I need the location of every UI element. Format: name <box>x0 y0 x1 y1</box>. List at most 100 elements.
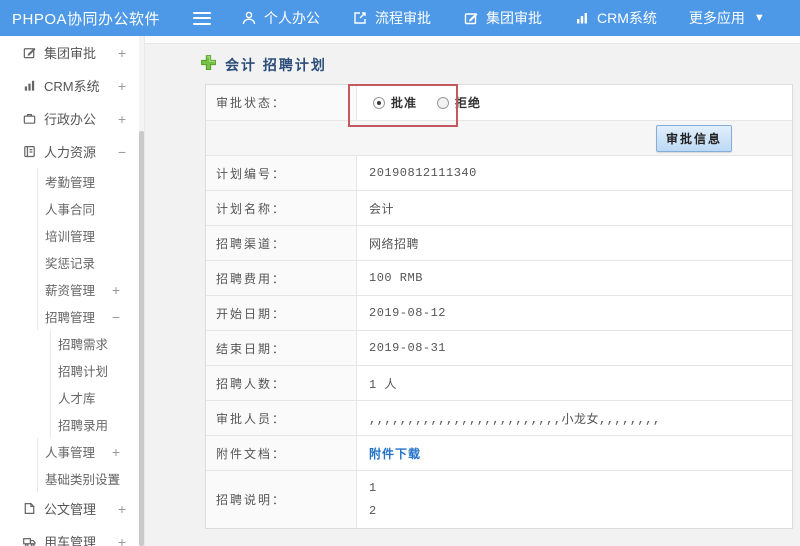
approval-info-button[interactable]: 审批信息 <box>655 124 732 152</box>
edit-icon <box>22 45 37 60</box>
recruitment-plan-detail-table: 审批状态： 批准 拒绝 审批信息 计划编号： 20190812111340 计划… <box>205 84 793 529</box>
nav-item-label: 个人办公 <box>264 10 320 26</box>
table-row-approvers: 审批人员： ,,,,,,,,,,,,,,,,,,,,,,,,,小龙女,,,,,,… <box>206 401 792 436</box>
sidebar-item-label: 培训管理 <box>45 230 96 244</box>
expand-plus-icon[interactable]: + <box>118 111 126 127</box>
sidebar-item-label: 招聘管理 <box>45 311 96 325</box>
row-label: 审批人员： <box>206 401 357 435</box>
expand-plus-icon[interactable]: + <box>118 45 126 61</box>
attachment-download-link[interactable]: 附件下载 <box>369 445 421 462</box>
sidebar-item-talent-pool[interactable]: 人才库 <box>50 384 144 411</box>
user-icon <box>241 10 257 26</box>
sidebar-item-group-approval[interactable]: 集团审批 + <box>0 36 144 69</box>
sidebar-item-rewards-records[interactable]: 奖惩记录 <box>37 249 144 276</box>
sidebar-item-training-management[interactable]: 培训管理 <box>37 222 144 249</box>
expand-plus-icon[interactable]: + <box>112 444 120 460</box>
app-title: PHPOA协同办公软件 <box>12 10 161 28</box>
sidebar-item-label: 招聘计划 <box>58 365 109 379</box>
hamburger-menu-icon[interactable] <box>193 11 211 25</box>
chart-icon <box>22 78 37 93</box>
table-row-headcount: 招聘人数： 1 人 <box>206 366 792 401</box>
sidebar-item-admin-office[interactable]: 行政办公 + <box>0 102 144 135</box>
page-title-text: 会计 招聘计划 <box>225 57 327 73</box>
sidebar-item-label: 人才库 <box>58 392 96 406</box>
row-value: 20190812111340 <box>369 166 477 180</box>
plus-icon <box>200 54 217 76</box>
sidebar-item-label: 奖惩记录 <box>45 257 96 271</box>
expand-plus-icon[interactable]: + <box>118 78 126 94</box>
table-row-start-date: 开始日期： 2019-08-12 <box>206 296 792 331</box>
table-row-plan-number: 计划编号： 20190812111340 <box>206 156 792 191</box>
sidebar-item-base-category-settings[interactable]: 基础类别设置 + <box>37 465 144 492</box>
expand-plus-icon[interactable]: + <box>118 534 126 546</box>
nav-item-group-approval[interactable]: 集团审批 <box>463 8 542 28</box>
expand-plus-icon[interactable]: + <box>112 282 120 298</box>
collapse-minus-icon[interactable]: − <box>118 144 126 160</box>
page-title: 会计 招聘计划 <box>200 54 327 76</box>
sidebar-item-label: 基础类别设置 <box>45 473 121 487</box>
sidebar-item-salary-management[interactable]: 薪资管理 + <box>37 276 144 303</box>
sidebar-scrollbar-thumb[interactable] <box>139 131 144 546</box>
sidebar-item-personnel-management[interactable]: 人事管理 + <box>37 438 144 465</box>
annotation-box <box>348 84 458 127</box>
sidebar-item-label: 用车管理 <box>44 535 97 546</box>
nav-item-personal-office[interactable]: 个人办公 <box>241 8 320 28</box>
row-value: 2019-08-12 <box>369 306 447 320</box>
sidebar-item-label: 行政办公 <box>44 112 97 127</box>
nav-item-label: 流程审批 <box>375 10 431 26</box>
row-label: 招聘说明： <box>206 471 357 528</box>
top-navbar: PHPOA协同办公软件 个人办公 流程审批 集团审批 CRM系统 更多应用 ▼ <box>0 0 800 36</box>
process-icon <box>352 10 368 26</box>
sidebar-item-attendance-management[interactable]: 考勤管理 <box>37 168 144 195</box>
expand-plus-icon[interactable]: + <box>118 501 126 517</box>
nav-item-more-apps[interactable]: 更多应用 ▼ <box>689 8 765 28</box>
row-label: 附件文档： <box>206 436 357 470</box>
sidebar: 集团审批 + CRM系统 + 行政办公 + 人力资源 − 考勤管理 人事合同 培… <box>0 36 145 546</box>
expand-plus-icon[interactable]: + <box>112 471 120 487</box>
nav-item-label: 更多应用 <box>688 10 745 26</box>
sidebar-item-label: CRM系统 <box>44 79 100 94</box>
sidebar-item-document-management[interactable]: 公文管理 + <box>0 492 144 525</box>
row-value: 1 人 <box>369 377 397 392</box>
sidebar-scrollbar[interactable] <box>139 36 144 546</box>
sidebar-item-recruitment-hiring[interactable]: 招聘录用 <box>50 411 144 438</box>
row-value: ,,,,,,,,,,,,,,,,,,,,,,,,,小龙女,,,,,,,, <box>369 412 661 427</box>
sidebar-item-human-resources[interactable]: 人力资源 − <box>0 135 144 168</box>
table-row-approval-status: 审批状态： 批准 拒绝 <box>206 85 792 121</box>
collapse-minus-icon[interactable]: − <box>112 309 120 325</box>
sidebar-item-recruitment-management[interactable]: 招聘管理 − <box>37 303 144 330</box>
table-row-recruitment-cost: 招聘费用： 100 RMB <box>206 261 792 296</box>
sidebar-item-vehicle-management[interactable]: 用车管理 + <box>0 525 144 546</box>
nav-item-process-approval[interactable]: 流程审批 <box>352 8 431 28</box>
edit-icon <box>463 10 479 26</box>
row-label: 计划编号： <box>206 156 357 190</box>
sidebar-item-recruitment-plan[interactable]: 招聘计划 <box>50 357 144 384</box>
table-row-end-date: 结束日期： 2019-08-31 <box>206 331 792 366</box>
table-row-recruitment-notes: 招聘说明： 1 2 <box>206 471 792 528</box>
sidebar-item-crm-system[interactable]: CRM系统 + <box>0 69 144 102</box>
row-value: 会计 <box>369 202 395 217</box>
sidebar-item-label: 公文管理 <box>44 502 97 517</box>
main-content: 会计 招聘计划 审批状态： 批准 拒绝 审批信息 计划编号： 201908121… <box>145 36 800 546</box>
sidebar-item-label: 人事合同 <box>45 203 96 217</box>
sidebar-item-label: 集团审批 <box>44 46 97 61</box>
row-value-line: 2 <box>369 504 377 518</box>
nav-item-crm-system[interactable]: CRM系统 <box>574 8 657 28</box>
caret-down-icon: ▼ <box>753 12 765 24</box>
row-label: 招聘渠道： <box>206 226 357 260</box>
sidebar-item-label: 招聘需求 <box>58 338 109 352</box>
row-label: 开始日期： <box>206 296 357 330</box>
nav-item-label: CRM系统 <box>597 10 657 26</box>
row-value: 网络招聘 <box>369 237 420 252</box>
radio-label-reject[interactable]: 拒绝 <box>455 94 481 111</box>
sidebar-item-label: 人力资源 <box>44 145 97 160</box>
row-value-line: 1 <box>369 481 377 495</box>
content-top-strip <box>145 36 800 44</box>
sidebar-item-recruitment-needs[interactable]: 招聘需求 <box>50 330 144 357</box>
sidebar-item-label: 招聘录用 <box>58 419 109 433</box>
table-row-recruitment-channel: 招聘渠道： 网络招聘 <box>206 226 792 261</box>
sidebar-item-hr-contracts[interactable]: 人事合同 <box>37 195 144 222</box>
sidebar-item-label: 薪资管理 <box>45 284 96 298</box>
row-label: 招聘费用： <box>206 261 357 295</box>
table-row-plan-name: 计划名称： 会计 <box>206 191 792 226</box>
